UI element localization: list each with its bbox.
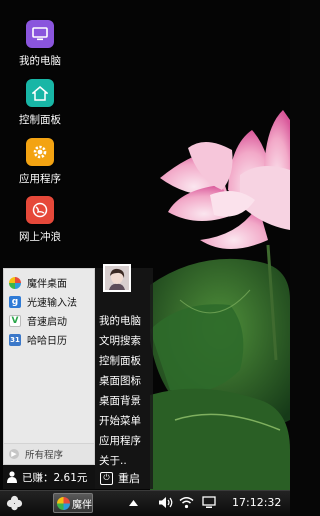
pinwheel-icon (9, 276, 21, 289)
program-item-moban[interactable]: 魔伴桌面 (4, 273, 94, 292)
gear-icon (26, 138, 54, 166)
earned-label: 已赚：2.61元 (22, 471, 88, 484)
taskbar: 魔伴 17:12:32 (0, 490, 290, 516)
desktop-icon-control-panel[interactable]: 控制面板 (6, 79, 74, 127)
v-launcher-icon: V (9, 314, 21, 327)
menu-item-search[interactable]: 文明搜索 (99, 333, 141, 348)
earned-status: 已赚：2.61元 (3, 465, 95, 489)
desktop-icon-label: 控制面板 (19, 114, 61, 126)
pinwheel-icon (57, 496, 70, 510)
home-icon (26, 79, 54, 107)
globe-icon (26, 196, 54, 224)
desktop-icon-label: 网上冲浪 (19, 231, 61, 243)
monitor-icon (26, 20, 54, 48)
power-icon: ⏻ (100, 471, 113, 485)
all-programs-button[interactable]: ▶ 所有程序 (4, 443, 94, 464)
desktop-icon-applications[interactable]: 应用程序 (6, 138, 74, 186)
restart-label: 重启 (118, 472, 140, 485)
avatar-icon (105, 266, 129, 290)
desktop-icon-my-computer[interactable]: 我的电脑 (6, 20, 74, 68)
program-label: 音速启动 (27, 317, 67, 328)
program-label: 哈哈日历 (27, 336, 67, 347)
calendar-icon: 31 (9, 333, 21, 346)
arrow-right-icon: ▶ (9, 449, 19, 459)
system-menu-panel: 我的电脑 文明搜索 控制面板 桌面图标 桌面背景 开始菜单 应用程序 关于.. … (95, 268, 153, 489)
program-item-launcher[interactable]: V 音速启动 (4, 311, 94, 330)
program-item-input-method[interactable]: g 光速输入法 (4, 292, 94, 311)
all-programs-label: 所有程序 (25, 450, 64, 461)
clover-icon (6, 495, 23, 511)
desktop-icon-web-surfing[interactable]: 网上冲浪 (6, 196, 74, 244)
program-label: 光速输入法 (27, 298, 77, 309)
computer-icon[interactable] (202, 496, 216, 509)
user-icon (7, 471, 17, 483)
clock: 17:12:32 (232, 496, 282, 509)
volume-icon[interactable] (158, 496, 174, 509)
program-label: 魔伴桌面 (27, 279, 67, 290)
start-menu: 魔伴桌面 g 光速输入法 V 音速启动 31 哈哈日历 ▶ 所有程序 已赚：2.… (3, 268, 153, 489)
program-item-calendar[interactable]: 31 哈哈日历 (4, 330, 94, 349)
taskbar-app-moban[interactable]: 魔伴 (53, 493, 93, 513)
menu-item-start-menu[interactable]: 开始菜单 (99, 413, 141, 428)
tray-expand-icon[interactable] (129, 499, 138, 506)
menu-item-desktop-icons[interactable]: 桌面图标 (99, 373, 141, 388)
menu-item-my-computer[interactable]: 我的电脑 (99, 313, 141, 328)
keyboard-g-icon: g (9, 295, 21, 308)
menu-item-desktop-background[interactable]: 桌面背景 (99, 393, 141, 408)
desktop-icon-label: 我的电脑 (19, 55, 61, 67)
user-avatar[interactable] (103, 264, 131, 292)
menu-item-applications[interactable]: 应用程序 (99, 433, 141, 448)
program-list-panel: 魔伴桌面 g 光速输入法 V 音速启动 31 哈哈日历 ▶ 所有程序 (3, 268, 95, 465)
desktop-icon-label: 应用程序 (19, 173, 61, 185)
start-button[interactable] (6, 495, 23, 512)
menu-item-about[interactable]: 关于.. (99, 453, 127, 468)
taskbar-app-label: 魔伴 (72, 499, 92, 511)
menu-item-control-panel[interactable]: 控制面板 (99, 353, 141, 368)
restart-button[interactable]: ⏻ 重启 (100, 470, 140, 486)
wifi-icon[interactable] (179, 496, 194, 509)
